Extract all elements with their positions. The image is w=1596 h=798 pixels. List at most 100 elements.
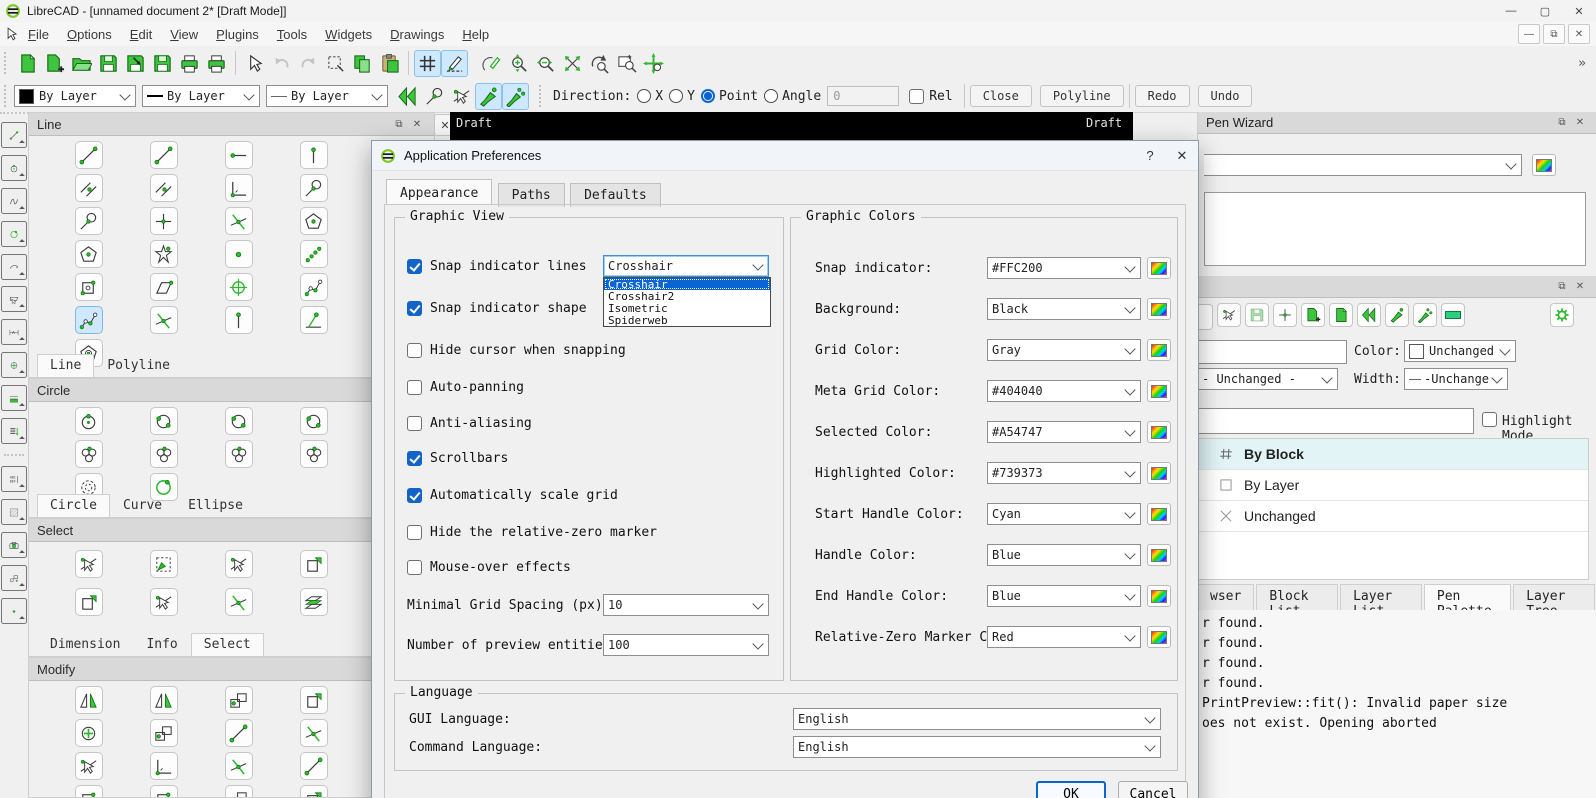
hatch-tool-button[interactable]	[1, 499, 27, 525]
window-minimize-button[interactable]: —	[1494, 1, 1528, 21]
modify-tool-button[interactable]	[150, 686, 178, 714]
select-tool-button[interactable]	[150, 588, 178, 616]
line-tool-button-selected[interactable]	[75, 306, 103, 334]
relative-zero-color-combobox[interactable]: Red	[987, 626, 1141, 648]
pen-width-combobox[interactable]: By Layer	[142, 85, 260, 107]
dock-close-icon[interactable]: ✕	[1571, 279, 1589, 295]
draft-mode-toggle-button[interactable]	[441, 50, 468, 77]
line-tool-button[interactable]	[225, 240, 253, 268]
tab-dimension[interactable]: Dimension	[37, 633, 133, 656]
image-tool-button[interactable]	[1, 532, 27, 558]
save-button[interactable]	[95, 50, 122, 77]
zoom-auto-button[interactable]	[559, 50, 586, 77]
save-all-button[interactable]	[149, 50, 176, 77]
line-tool-button[interactable]	[75, 240, 103, 268]
pp-width-combobox[interactable]: -Unchanged-	[1404, 368, 1508, 390]
rel-checkbox[interactable]	[909, 89, 924, 104]
pen-pick-resolved-button[interactable]	[448, 83, 475, 110]
pp-apply-back-button[interactable]	[1329, 303, 1353, 327]
scrollbars-checkbox[interactable]	[407, 451, 422, 466]
line-tool-button[interactable]	[75, 207, 103, 235]
hide-cursor-checkbox[interactable]	[407, 343, 422, 358]
zoom-previous-button[interactable]	[586, 50, 613, 77]
modify-tool-button[interactable]	[300, 686, 328, 714]
modify-tool-button[interactable]	[75, 785, 103, 798]
text-tool-button[interactable]	[1, 466, 27, 492]
pen-wizard-color-button[interactable]	[1532, 154, 1556, 176]
new-from-template-button[interactable]	[41, 50, 68, 77]
pp-settings-button[interactable]	[1550, 303, 1574, 327]
circle-tool-button[interactable]	[225, 407, 253, 435]
dropdown-option[interactable]: Crosshair2	[604, 290, 770, 302]
toolbar-drag-handle[interactable]	[4, 85, 10, 107]
pen-apply-button[interactable]	[475, 83, 502, 110]
dock-float-icon[interactable]: ⧉	[1553, 115, 1571, 131]
menu-widgets[interactable]: Widgets	[316, 24, 381, 45]
handle-color-combobox[interactable]: Blue	[987, 544, 1141, 566]
snap-indicator-lines-checkbox[interactable]	[407, 259, 422, 274]
line-tool-button[interactable]	[150, 240, 178, 268]
polyline-button[interactable]: Polyline	[1040, 85, 1124, 107]
menu-options[interactable]: Options	[58, 24, 121, 45]
line-tool-button[interactable]	[225, 141, 253, 169]
save-as-button[interactable]	[122, 50, 149, 77]
pp-apply-to-selection-button[interactable]	[1301, 303, 1325, 327]
pp-linetype-combobox[interactable]: - Unchanged -	[1198, 368, 1338, 390]
pp-name-input[interactable]	[1198, 340, 1347, 364]
menu-plugins[interactable]: Plugins	[207, 24, 268, 45]
anti-aliasing-checkbox[interactable]	[407, 416, 422, 431]
line-tool-button[interactable]	[300, 141, 328, 169]
angle-input[interactable]: 0	[827, 86, 899, 106]
ok-button[interactable]: OK	[1036, 781, 1106, 798]
pp-snap-button[interactable]	[1273, 303, 1297, 327]
tab-ellipse[interactable]: Ellipse	[175, 494, 256, 517]
pp-select-pen-button[interactable]	[1217, 303, 1241, 327]
toolbar-overflow-indicator[interactable]: »	[1578, 56, 1586, 71]
line-tool-button[interactable]	[225, 207, 253, 235]
modify-tool-button[interactable]	[225, 686, 253, 714]
preview-entities-combobox[interactable]: 100	[603, 634, 769, 656]
pp-line-sample-button[interactable]	[1441, 303, 1465, 327]
dimension-tools-button[interactable]	[1, 319, 27, 345]
pen-palette-cut-button[interactable]	[1198, 304, 1213, 330]
end-handle-color-picker-button[interactable]	[1147, 585, 1171, 607]
menu-view[interactable]: View	[161, 24, 207, 45]
mdi-close-button[interactable]: ✕	[1568, 24, 1590, 44]
polyline-redo-button[interactable]: Redo	[1135, 85, 1190, 107]
command-language-combobox[interactable]: English	[793, 736, 1161, 758]
auto-scale-grid-checkbox[interactable]	[407, 488, 422, 503]
hide-relative-zero-checkbox[interactable]	[407, 525, 422, 540]
pp-color-combobox[interactable]: Unchanged	[1404, 340, 1516, 362]
pp-brush-copy-button[interactable]	[1413, 303, 1437, 327]
ellipse-tools-button[interactable]	[1, 221, 27, 247]
relative-zero-color-picker-button[interactable]	[1147, 626, 1171, 648]
line-tools-button[interactable]	[1, 122, 27, 148]
copy-button[interactable]	[349, 50, 376, 77]
circle-tool-button[interactable]	[150, 440, 178, 468]
redo-button[interactable]	[295, 50, 322, 77]
modify-tools-button[interactable]	[1, 352, 27, 378]
new-document-button[interactable]	[14, 50, 41, 77]
menu-drawings[interactable]: Drawings	[381, 24, 453, 45]
grid-color-picker-button[interactable]	[1147, 339, 1171, 361]
modify-tool-button[interactable]	[150, 752, 178, 780]
pp-previous-button[interactable]	[1357, 303, 1381, 327]
menu-file[interactable]: File	[19, 24, 58, 45]
direction-y-radio[interactable]	[669, 89, 683, 103]
line-tool-button[interactable]	[75, 273, 103, 301]
tab-line[interactable]: Line	[37, 354, 94, 377]
modify-tool-button[interactable]	[300, 752, 328, 780]
line-tool-button[interactable]	[225, 174, 253, 202]
paste-button[interactable]	[376, 50, 403, 77]
pen-list-item[interactable]: Unchanged	[1198, 501, 1588, 532]
modify-tool-button[interactable]	[150, 785, 178, 798]
direction-x-radio[interactable]	[637, 89, 651, 103]
pen-wizard-combobox[interactable]	[1204, 154, 1522, 176]
circle-tool-button[interactable]	[300, 407, 328, 435]
mdi-minimize-button[interactable]: —	[1518, 24, 1540, 44]
block-tool-button[interactable]	[1, 565, 27, 591]
circle-tool-button[interactable]	[75, 440, 103, 468]
dropdown-option[interactable]: Spiderweb	[604, 314, 770, 326]
order-tools-button[interactable]	[1, 418, 27, 444]
zoom-in-button[interactable]	[505, 50, 532, 77]
